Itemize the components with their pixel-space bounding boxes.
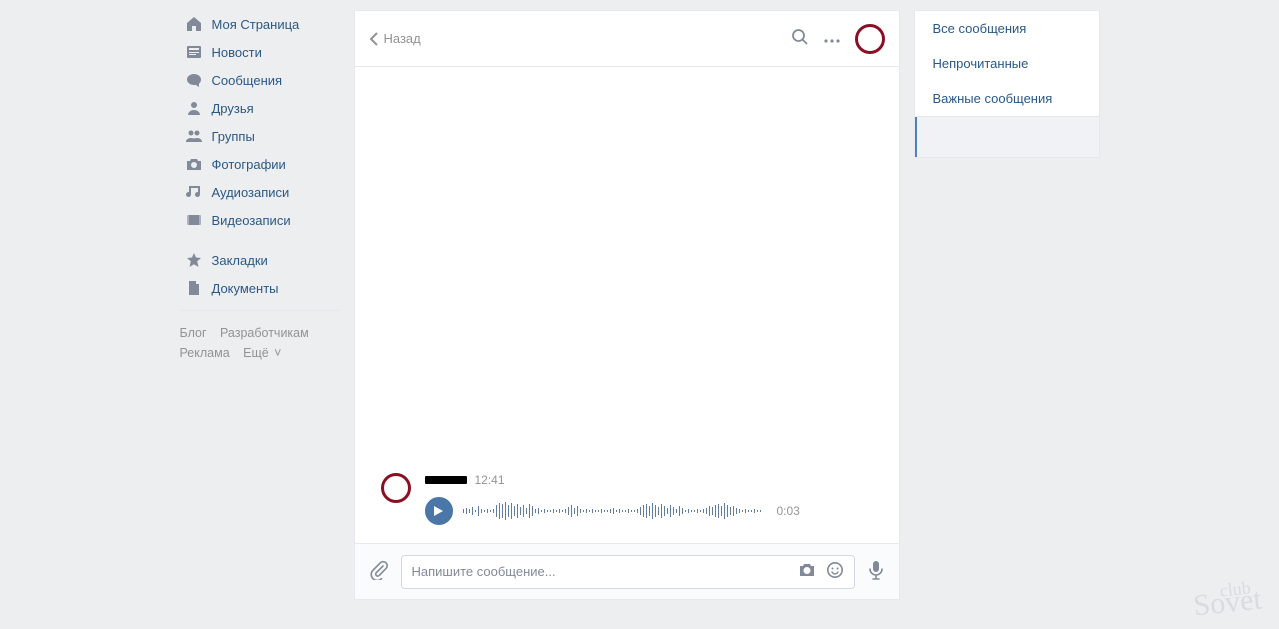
attach-icon[interactable] bbox=[369, 560, 389, 583]
nav-photos[interactable]: Фотографии bbox=[180, 150, 340, 178]
chat-input-bar bbox=[355, 543, 899, 599]
camera-icon bbox=[184, 156, 204, 172]
nav-label: Группы bbox=[212, 129, 255, 144]
nav-label: Друзья bbox=[212, 101, 254, 116]
chat-panel: Назад 12:41 bbox=[354, 10, 900, 600]
nav-label: Фотографии bbox=[212, 157, 286, 172]
footer-links: Блог Разработчикам Реклама Ещё ˅ bbox=[180, 323, 340, 363]
footer-more[interactable]: Ещё ˅ bbox=[243, 346, 281, 360]
filter-unread[interactable]: Непрочитанные bbox=[915, 46, 1099, 81]
back-button[interactable]: Назад bbox=[369, 31, 421, 46]
message: 12:41 bbox=[381, 473, 800, 525]
star-icon bbox=[184, 252, 204, 268]
friends-icon bbox=[184, 100, 204, 116]
filters-panel: Все сообщения Непрочитанные Важные сообщ… bbox=[914, 10, 1100, 158]
nav-label: Новости bbox=[212, 45, 262, 60]
nav-label: Сообщения bbox=[212, 73, 283, 88]
mic-icon[interactable] bbox=[867, 560, 885, 583]
document-icon bbox=[184, 280, 204, 296]
search-icon[interactable] bbox=[791, 28, 809, 49]
nav-bookmarks[interactable]: Закладки bbox=[180, 246, 340, 274]
voice-message: 0:03 bbox=[425, 497, 800, 525]
message-author[interactable] bbox=[425, 476, 467, 484]
message-input[interactable] bbox=[412, 564, 788, 579]
play-button[interactable] bbox=[425, 497, 453, 525]
nav-label: Аудиозаписи bbox=[212, 185, 290, 200]
nav-my-page[interactable]: Моя Страница bbox=[180, 10, 340, 38]
nav-news[interactable]: Новости bbox=[180, 38, 340, 66]
nav-groups[interactable]: Группы bbox=[180, 122, 340, 150]
waveform[interactable] bbox=[463, 499, 763, 523]
news-icon bbox=[184, 44, 204, 60]
emoji-icon[interactable] bbox=[826, 561, 844, 582]
chat-header: Назад bbox=[355, 11, 899, 67]
nav-video[interactable]: Видеозаписи bbox=[180, 206, 340, 234]
message-icon bbox=[184, 72, 204, 88]
chat-avatar[interactable] bbox=[855, 24, 885, 54]
more-icon[interactable] bbox=[823, 31, 841, 46]
filter-all[interactable]: Все сообщения bbox=[915, 11, 1099, 46]
nav-label: Моя Страница bbox=[212, 17, 300, 32]
filter-important[interactable]: Важные сообщения bbox=[915, 81, 1099, 117]
chat-body: 12:41 bbox=[355, 67, 899, 543]
photo-icon[interactable] bbox=[798, 561, 816, 582]
message-input-wrapper bbox=[401, 555, 855, 589]
nav-friends[interactable]: Друзья bbox=[180, 94, 340, 122]
nav-documents[interactable]: Документы bbox=[180, 274, 340, 302]
video-icon bbox=[184, 212, 204, 228]
footer-dev[interactable]: Разработчикам bbox=[220, 326, 309, 340]
groups-icon bbox=[184, 128, 204, 144]
nav-messages[interactable]: Сообщения bbox=[180, 66, 340, 94]
filter-active[interactable] bbox=[915, 117, 1099, 157]
home-icon bbox=[184, 16, 204, 32]
footer-blog[interactable]: Блог bbox=[180, 326, 207, 340]
nav-divider bbox=[180, 310, 340, 311]
message-time: 12:41 bbox=[475, 473, 505, 487]
voice-duration: 0:03 bbox=[777, 504, 800, 518]
nav-audio[interactable]: Аудиозаписи bbox=[180, 178, 340, 206]
chevron-down-icon: ˅ bbox=[271, 346, 282, 360]
music-icon bbox=[184, 184, 204, 200]
nav-label: Закладки bbox=[212, 253, 268, 268]
nav-label: Документы bbox=[212, 281, 279, 296]
nav-label: Видеозаписи bbox=[212, 213, 291, 228]
chevron-left-icon bbox=[369, 32, 378, 46]
message-avatar[interactable] bbox=[381, 473, 411, 503]
footer-ads[interactable]: Реклама bbox=[180, 346, 230, 360]
back-label: Назад bbox=[384, 31, 421, 46]
